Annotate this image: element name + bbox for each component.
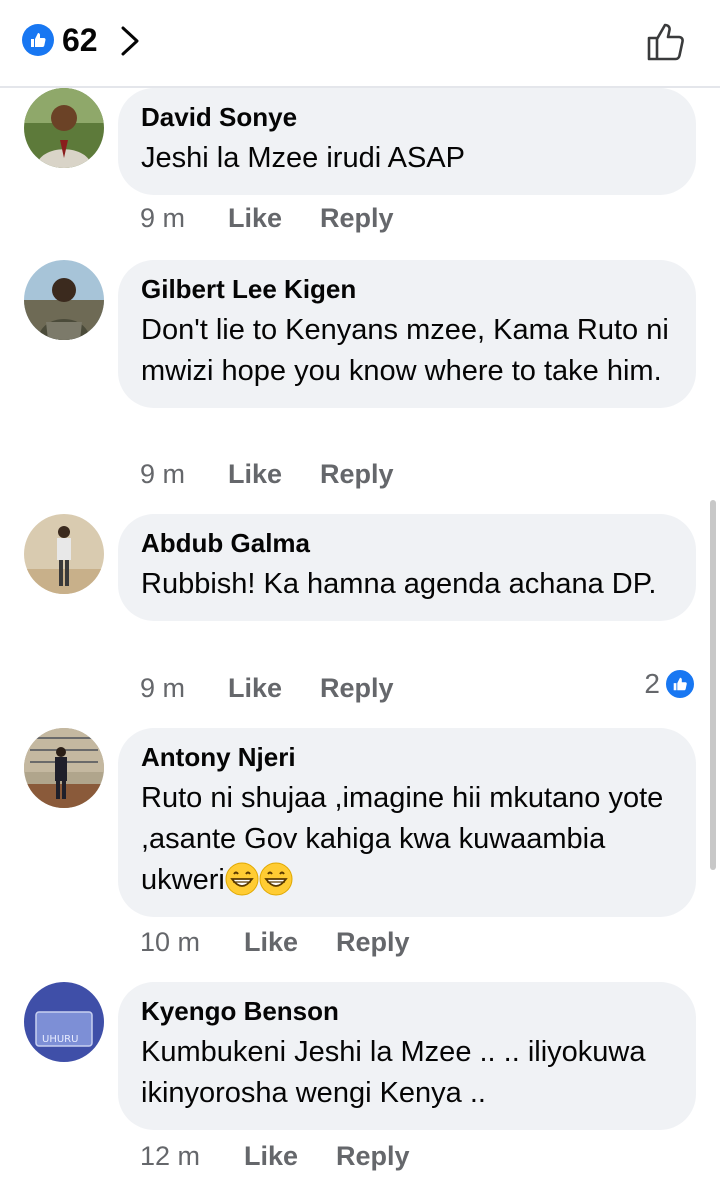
like-reaction-icon bbox=[22, 24, 54, 56]
comment-bubble: Abdub Galma Rubbish! Ka hamna agenda ach… bbox=[118, 514, 696, 621]
grinning-face-icon bbox=[259, 862, 293, 896]
reactions-header: 62 bbox=[0, 0, 720, 88]
comment-actions: 9 m Like Reply bbox=[140, 200, 394, 236]
reply-button[interactable]: Reply bbox=[320, 203, 394, 234]
comment-text: Ruto ni shujaa ,imagine hii mkutano yote… bbox=[141, 778, 672, 901]
like-button[interactable]: Like bbox=[244, 927, 336, 958]
comment-author[interactable]: Abdub Galma bbox=[141, 528, 672, 558]
comment-bubble: David Sonye Jeshi la Mzee irudi ASAP bbox=[118, 88, 696, 195]
chevron-right-icon[interactable] bbox=[118, 24, 142, 58]
reply-button[interactable]: Reply bbox=[336, 927, 410, 958]
like-button[interactable]: Like bbox=[228, 203, 320, 234]
comment-text: Jeshi la Mzee irudi ASAP bbox=[141, 142, 465, 174]
reply-button[interactable]: Reply bbox=[336, 1141, 410, 1172]
comment-text: Don't lie to Kenyans mzee, Kama Ruto ni … bbox=[141, 314, 677, 387]
comment-bubble: Antony Njeri Ruto ni shujaa ,imagine hii… bbox=[118, 728, 696, 917]
avatar[interactable] bbox=[24, 260, 104, 340]
like-button[interactable]: Like bbox=[228, 459, 320, 490]
thumbs-up-outline-icon[interactable] bbox=[644, 18, 690, 64]
avatar[interactable] bbox=[24, 88, 104, 168]
comment-reaction-count: 2 bbox=[644, 668, 660, 699]
reaction-count[interactable]: 62 bbox=[62, 22, 98, 58]
comment-author[interactable]: Kyengo Benson bbox=[141, 996, 672, 1026]
comment-actions: 9 m Like Reply bbox=[140, 670, 394, 706]
comment-time[interactable]: 12 m bbox=[140, 1141, 244, 1172]
comment-time[interactable]: 10 m bbox=[140, 927, 244, 958]
comment-author[interactable]: Gilbert Lee Kigen bbox=[141, 274, 672, 304]
comment-text-content: Ruto ni shujaa ,imagine hii mkutano yote… bbox=[141, 782, 680, 896]
comment-text: Rubbish! Ka hamna agenda achana DP. bbox=[141, 568, 657, 600]
like-button[interactable]: Like bbox=[228, 673, 320, 704]
reply-button[interactable]: Reply bbox=[320, 673, 394, 704]
comment-actions: 9 m Like Reply bbox=[140, 456, 394, 492]
like-button[interactable]: Like bbox=[244, 1141, 336, 1172]
avatar[interactable] bbox=[24, 728, 104, 808]
comment-bubble: Gilbert Lee Kigen Don't lie to Kenyans m… bbox=[118, 260, 696, 408]
grinning-face-icon bbox=[225, 862, 259, 896]
svg-text:UHURU: UHURU bbox=[42, 1034, 78, 1045]
avatar[interactable]: UHURU bbox=[24, 982, 104, 1062]
reply-button[interactable]: Reply bbox=[320, 459, 394, 490]
comment-reactions[interactable]: 2 bbox=[644, 668, 696, 700]
comment-time[interactable]: 9 m bbox=[140, 673, 228, 704]
comment-author[interactable]: David Sonye bbox=[141, 102, 672, 132]
comment-time[interactable]: 9 m bbox=[140, 459, 228, 490]
avatar[interactable] bbox=[24, 514, 104, 594]
comment-author[interactable]: Antony Njeri bbox=[141, 742, 672, 772]
comment-time[interactable]: 9 m bbox=[140, 203, 228, 234]
comment-actions: 12 m Like Reply bbox=[140, 1138, 410, 1174]
comment-actions: 10 m Like Reply bbox=[140, 924, 410, 960]
comment-text: Kumbukeni Jeshi la Mzee .. .. iliyokuwa … bbox=[141, 1036, 654, 1109]
like-reaction-icon bbox=[664, 668, 696, 700]
scrollbar[interactable] bbox=[710, 500, 716, 870]
comment-bubble: Kyengo Benson Kumbukeni Jeshi la Mzee ..… bbox=[118, 982, 696, 1130]
